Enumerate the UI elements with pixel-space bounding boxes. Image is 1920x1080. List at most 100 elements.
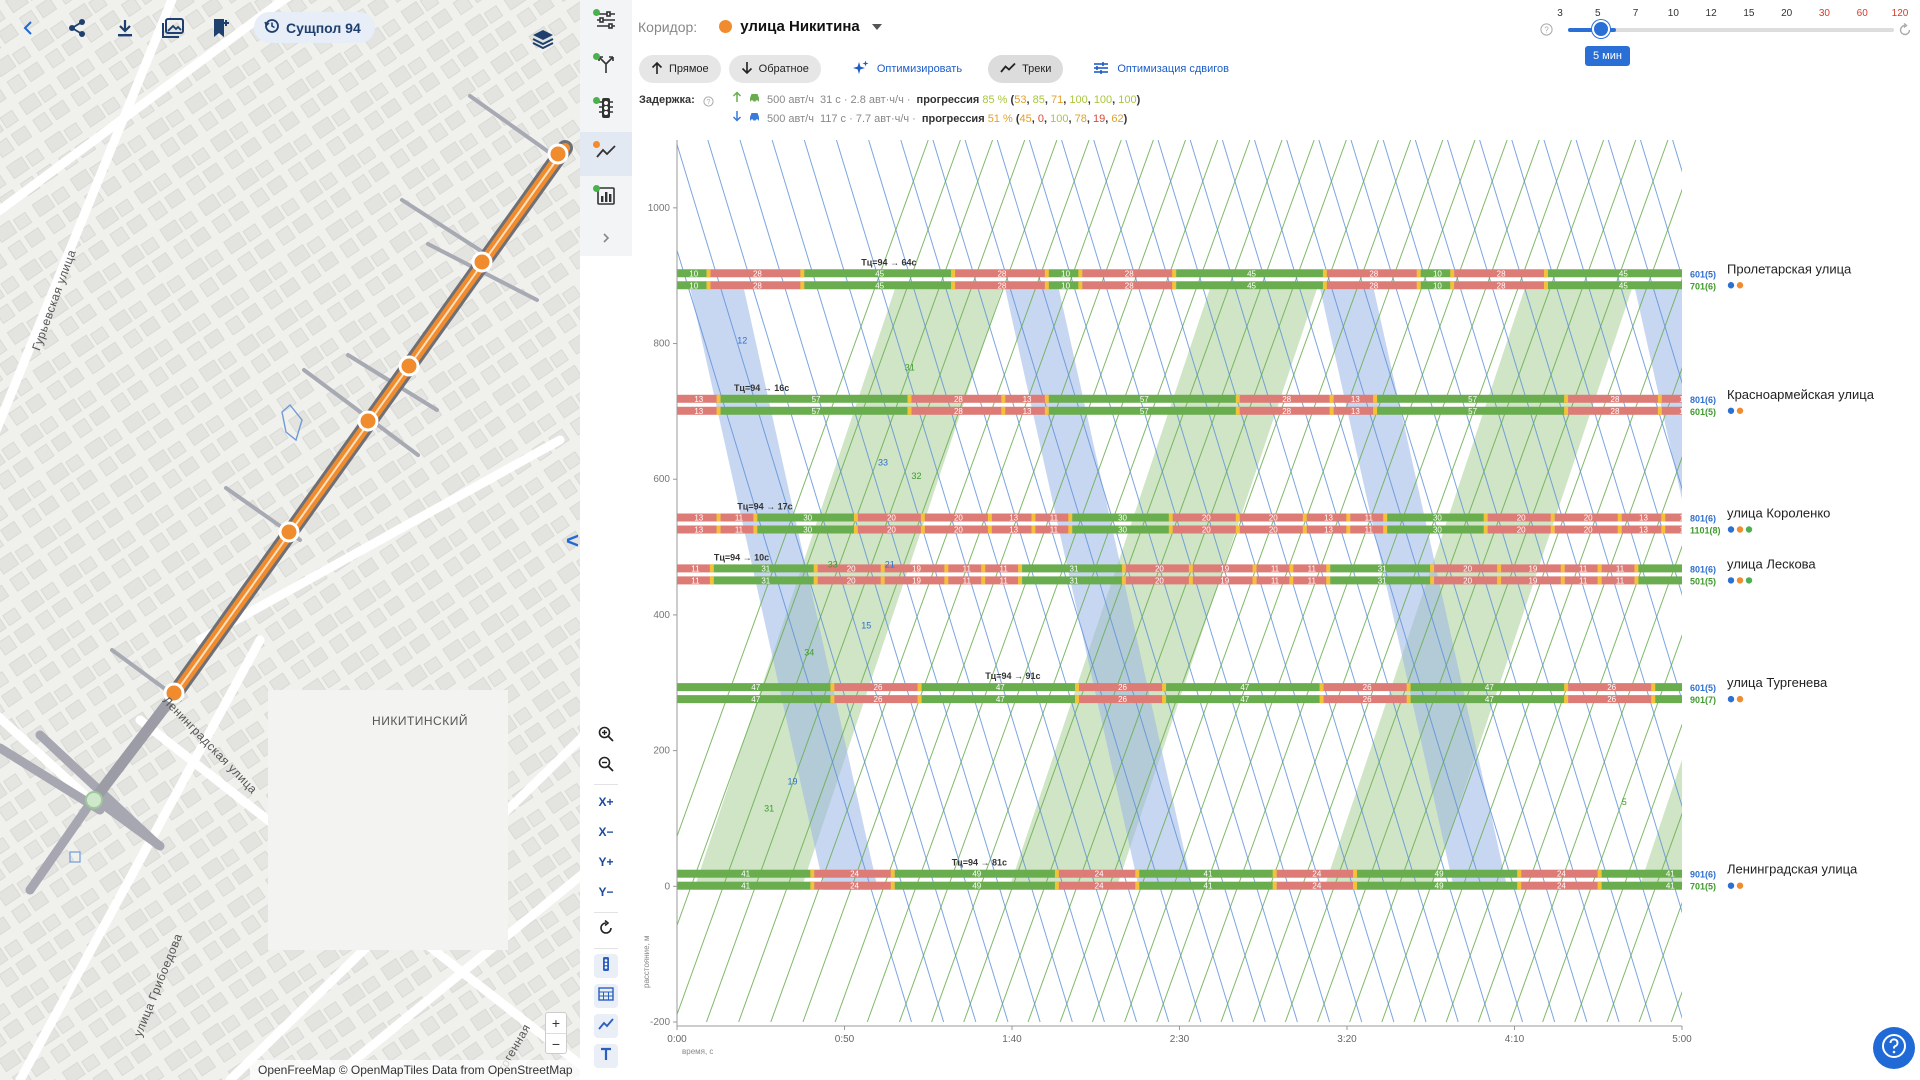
download-icon[interactable]: [110, 13, 140, 43]
zoom-x-in-button[interactable]: X+: [580, 788, 632, 816]
view-grid-toggle[interactable]: [594, 984, 618, 1008]
share-icon[interactable]: [62, 13, 92, 43]
signal-phase-duration: 31: [761, 564, 770, 573]
signal-amber: [1597, 881, 1602, 890]
tool-divider: [594, 912, 618, 913]
time-window-slider[interactable]: ? 3 5 7 10 12 15 20 30 60 120 5 мин: [1540, 8, 1920, 78]
scenario-button[interactable]: Сущпол 94: [254, 12, 375, 43]
intersection-route-dot: [1736, 577, 1744, 584]
signal-amber: [890, 869, 895, 878]
signal-phase-duration: 13: [1639, 526, 1648, 535]
help-circle-icon[interactable]: ?: [703, 95, 714, 114]
corridor-name[interactable]: улица Никитина: [740, 18, 860, 35]
intersection-route-dot: [1745, 577, 1753, 584]
map-zoom-out-button[interactable]: −: [546, 1033, 566, 1053]
signal-amber: [1430, 576, 1435, 585]
signal-amber: [1162, 683, 1167, 692]
signal-phase-duration: 45: [875, 269, 884, 278]
signal-phase-duration: 20: [1584, 514, 1593, 523]
sparkle-icon: [852, 60, 869, 79]
signal-amber: [1044, 406, 1049, 415]
reset-view-button[interactable]: [580, 916, 632, 944]
signal-phase-duration: 30: [1118, 526, 1127, 535]
offset-optimization-button[interactable]: Оптимизация сдвигов: [1085, 55, 1237, 83]
tool-stats-tab[interactable]: [580, 176, 632, 220]
signal-amber: [1135, 881, 1140, 890]
signal-phase-duration: 31: [1378, 564, 1387, 573]
signal-phase-duration: 13: [1639, 514, 1648, 523]
map-zoom-in-button[interactable]: +: [546, 1013, 566, 1033]
signal-phase-duration: 57: [1140, 407, 1149, 416]
slider-track[interactable]: [1568, 28, 1894, 32]
optimize-button[interactable]: Оптимизировать: [845, 55, 970, 83]
signal-phase-duration: 26: [1607, 683, 1616, 692]
reset-icon[interactable]: [1898, 22, 1912, 42]
signal-phase-duration: 13: [1023, 407, 1032, 416]
progression-forward-v2: 85: [1032, 94, 1045, 106]
image-icon[interactable]: [158, 13, 188, 43]
chevron-down-icon[interactable]: [871, 23, 882, 30]
direction-toolbar: Прямое Обратное Оптимизировать Треки Опт…: [639, 55, 1237, 83]
tool-route-tab[interactable]: [580, 44, 632, 88]
lane-label: 501(5): [1690, 576, 1716, 586]
x-tick-label: 0:50: [835, 1034, 855, 1045]
signal-phase-duration: 13: [1679, 395, 1688, 404]
attribution-openfreemap[interactable]: OpenFreeMap: [258, 1063, 335, 1077]
help-circle-icon[interactable]: ?: [1540, 23, 1553, 41]
map-panel[interactable]: Гурьевская улица Ленинградская улица НИКИТ…: [0, 0, 580, 1080]
signal-amber: [1430, 564, 1435, 573]
signal-amber: [853, 525, 858, 534]
signal-phase-duration: 47: [751, 683, 760, 692]
signal-phase-duration: 30: [1433, 514, 1442, 523]
help-button[interactable]: [1873, 1027, 1915, 1069]
zoom-out-button[interactable]: [580, 752, 632, 780]
layers-icon[interactable]: [528, 24, 558, 54]
signal-phase-duration: 20: [1269, 514, 1278, 523]
time-space-chart[interactable]: 10 28 45 28 10 28 45 28 10 28 45 10 28 45 28 10 28 45 28 10…: [632, 128, 1920, 1080]
progression-backward-v4: 78: [1074, 113, 1087, 125]
view-tracks-toggle[interactable]: [594, 1014, 618, 1038]
bookmark-add-icon[interactable]: [206, 13, 236, 43]
tool-more-button[interactable]: [580, 218, 632, 262]
back-icon[interactable]: [14, 13, 44, 43]
cycle-offset-label: Тц=94 → 64с: [861, 257, 916, 267]
signal-phase-duration: 57: [812, 407, 821, 416]
attribution-openmaptiles[interactable]: OpenMapTiles: [351, 1063, 429, 1077]
slider-value-tooltip: 5 мин: [1585, 46, 1630, 66]
svg-text:?: ?: [707, 99, 711, 106]
tool-tracks-tab[interactable]: [580, 132, 632, 176]
direction-forward-button[interactable]: Прямое: [639, 55, 721, 83]
map-canvas[interactable]: [0, 0, 580, 1080]
progression-backward-v1: 45: [1019, 113, 1032, 125]
tool-settings-tab[interactable]: [580, 0, 632, 44]
intersection-route-dot: [1736, 526, 1744, 533]
signal-amber: [1289, 564, 1294, 573]
slider-handle[interactable]: [1592, 20, 1610, 38]
view-traffic-light-toggle[interactable]: [594, 954, 618, 978]
signal-phase-duration: 45: [1247, 281, 1256, 290]
zoom-in-button[interactable]: [580, 722, 632, 750]
tool-traffic-light-tab[interactable]: [580, 88, 632, 132]
signal-amber: [1188, 564, 1193, 573]
intersection-route-dot: [1736, 282, 1744, 289]
signal-amber: [951, 269, 956, 278]
signal-phase-duration: 11: [963, 564, 972, 573]
zoom-x-out-button[interactable]: X−: [580, 818, 632, 846]
signal-amber: [1406, 683, 1411, 692]
signal-amber: [920, 513, 925, 522]
view-text-toggle[interactable]: [594, 1044, 618, 1068]
direction-backward-button[interactable]: Обратное: [728, 55, 821, 83]
signal-phase-duration: 11: [1579, 564, 1588, 573]
zoom-y-in-button[interactable]: Y+: [580, 848, 632, 876]
signal-phase-duration: 28: [1369, 281, 1378, 290]
signal-phase-duration: 11: [1308, 564, 1317, 573]
signal-amber: [716, 394, 721, 403]
status-dot-green: [593, 53, 600, 60]
line-chart-icon: [1000, 62, 1016, 77]
y-tick-label: -200: [650, 1017, 670, 1028]
signal-amber: [1497, 576, 1502, 585]
tracks-button[interactable]: Треки: [988, 55, 1064, 83]
attribution-osm[interactable]: OpenStreetMap: [488, 1063, 573, 1077]
signal-phase-duration: 30: [803, 514, 812, 523]
zoom-y-out-button[interactable]: Y−: [580, 878, 632, 906]
